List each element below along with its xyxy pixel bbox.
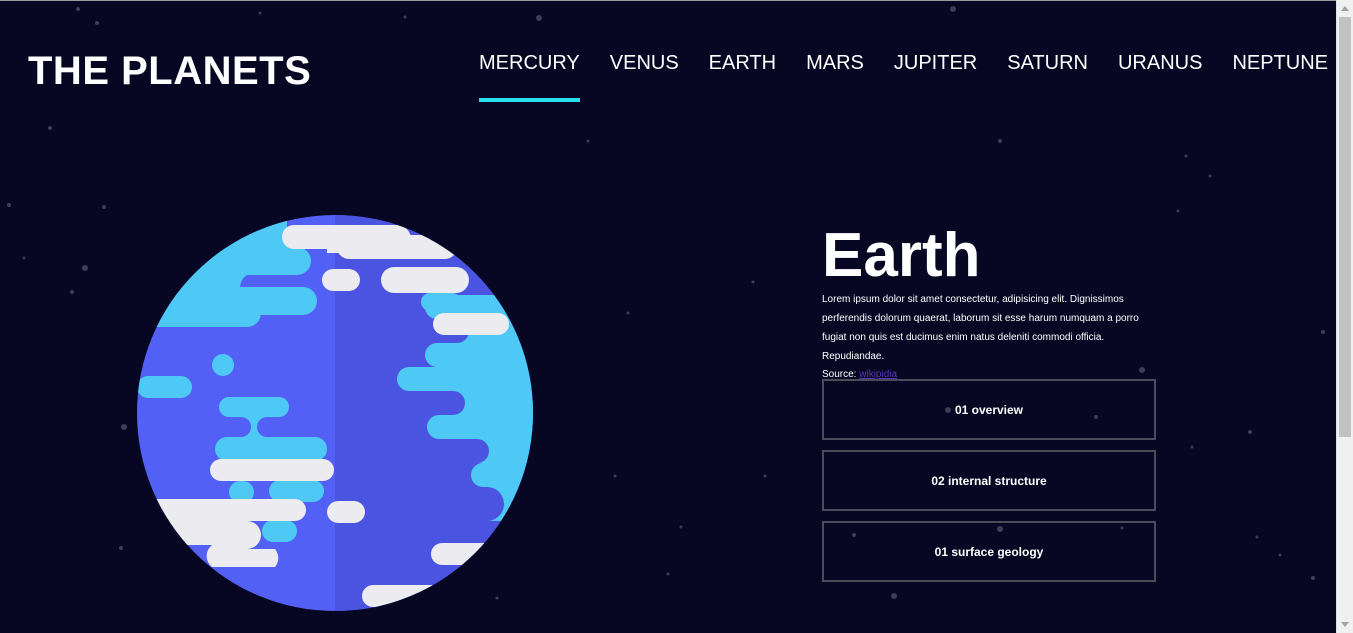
content-tabs: 01 overview 02 internal structure 01 sur… (822, 379, 1156, 592)
planet-name: Earth (822, 221, 981, 290)
planet-description: Lorem ipsum dolor sit amet consectetur, … (822, 294, 1139, 362)
overview-tab-button[interactable]: 01 overview (822, 379, 1156, 440)
nav-item-neptune[interactable]: NEPTUNE (1232, 52, 1328, 101)
nav-item-mercury[interactable]: MERCURY (479, 52, 580, 102)
surface-geology-tab-button[interactable]: 01 surface geology (822, 521, 1156, 582)
scroll-down-arrow-icon[interactable] (1341, 622, 1349, 627)
planet-info: Earth Lorem ipsum dolor sit amet consect… (822, 222, 1156, 384)
internal-structure-tab-button[interactable]: 02 internal structure (822, 450, 1156, 511)
nav-item-saturn[interactable]: SATURN (1007, 52, 1088, 101)
nav-item-jupiter[interactable]: JUPITER (894, 52, 977, 101)
nav-item-venus[interactable]: VENUS (610, 52, 679, 101)
scroll-up-arrow-icon[interactable] (1341, 6, 1349, 11)
vertical-scrollbar[interactable] (1336, 0, 1353, 633)
nav-item-earth[interactable]: EARTH (709, 52, 776, 101)
nav-item-mars[interactable]: MARS (806, 52, 864, 101)
earth-planet-illustration (137, 215, 533, 611)
site-logo[interactable]: THE PLANETS (28, 49, 311, 94)
scrollbar-thumb[interactable] (1339, 17, 1351, 437)
nav-item-uranus[interactable]: URANUS (1118, 52, 1202, 101)
planet-nav: MERCURY VENUS EARTH MARS JUPITER SATURN … (479, 52, 1328, 102)
